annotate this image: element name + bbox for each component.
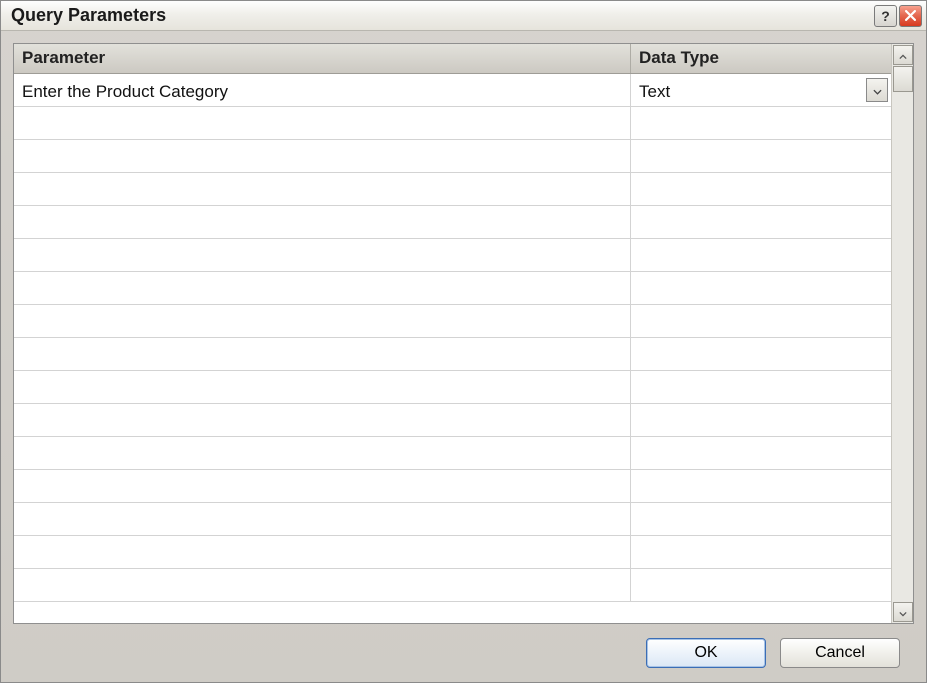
data-type-cell[interactable]	[631, 569, 891, 601]
parameter-cell[interactable]	[14, 470, 631, 502]
data-type-cell[interactable]	[631, 305, 891, 337]
dialog-content: Parameter Data Type Enter the Product Ca…	[1, 31, 926, 682]
parameter-cell[interactable]	[14, 107, 631, 139]
ok-button[interactable]: OK	[646, 638, 766, 668]
window-title: Query Parameters	[11, 5, 872, 26]
table-row	[14, 569, 891, 602]
parameter-cell[interactable]	[14, 305, 631, 337]
table-row	[14, 536, 891, 569]
table-row	[14, 338, 891, 371]
table-row	[14, 503, 891, 536]
help-icon: ?	[881, 9, 890, 23]
dialog-footer: OK Cancel	[13, 624, 914, 682]
data-type-cell[interactable]	[631, 107, 891, 139]
table-row	[14, 305, 891, 338]
parameter-cell[interactable]	[14, 503, 631, 535]
table-row	[14, 371, 891, 404]
title-bar: Query Parameters ?	[1, 1, 926, 31]
table-row	[14, 173, 891, 206]
chevron-up-icon	[899, 45, 907, 65]
data-type-cell[interactable]	[631, 338, 891, 370]
chevron-down-icon	[899, 602, 907, 622]
data-type-cell[interactable]: Text	[631, 74, 891, 106]
parameter-cell[interactable]	[14, 569, 631, 601]
close-button[interactable]	[899, 5, 922, 27]
table-row	[14, 272, 891, 305]
parameter-cell[interactable]	[14, 338, 631, 370]
parameter-cell[interactable]	[14, 437, 631, 469]
data-type-cell[interactable]	[631, 536, 891, 568]
data-type-cell[interactable]	[631, 371, 891, 403]
data-type-cell[interactable]	[631, 239, 891, 271]
data-type-cell[interactable]	[631, 404, 891, 436]
data-type-cell[interactable]	[631, 173, 891, 205]
column-header-parameter[interactable]: Parameter	[14, 44, 631, 73]
grid-header: Parameter Data Type	[14, 44, 891, 74]
scroll-track[interactable]	[893, 66, 913, 601]
table-row	[14, 107, 891, 140]
parameter-cell[interactable]	[14, 206, 631, 238]
scroll-down-button[interactable]	[893, 602, 913, 622]
data-type-cell[interactable]	[631, 140, 891, 172]
table-row	[14, 140, 891, 173]
help-button[interactable]: ?	[874, 5, 897, 27]
data-type-cell[interactable]	[631, 437, 891, 469]
parameter-cell[interactable]	[14, 239, 631, 271]
chevron-down-icon	[873, 80, 882, 100]
query-parameters-dialog: Query Parameters ? Parameter Data Type E…	[0, 0, 927, 683]
parameter-cell[interactable]	[14, 173, 631, 205]
table-row: Enter the Product Category Text	[14, 74, 891, 107]
vertical-scrollbar[interactable]	[891, 44, 913, 623]
data-type-cell[interactable]	[631, 206, 891, 238]
parameter-cell[interactable]: Enter the Product Category	[14, 74, 631, 106]
cancel-button[interactable]: Cancel	[780, 638, 900, 668]
parameter-grid: Parameter Data Type Enter the Product Ca…	[14, 44, 891, 623]
column-header-data-type[interactable]: Data Type	[631, 44, 891, 73]
parameter-cell[interactable]	[14, 404, 631, 436]
grid-body: Enter the Product Category Text	[14, 74, 891, 623]
parameter-cell-text: Enter the Product Category	[22, 82, 228, 102]
table-row	[14, 239, 891, 272]
parameter-cell[interactable]	[14, 140, 631, 172]
scroll-up-button[interactable]	[893, 45, 913, 65]
parameter-grid-wrap: Parameter Data Type Enter the Product Ca…	[13, 43, 914, 624]
parameter-cell[interactable]	[14, 272, 631, 304]
close-icon	[905, 9, 916, 23]
data-type-cell[interactable]	[631, 503, 891, 535]
data-type-cell-text: Text	[639, 82, 670, 102]
parameter-cell[interactable]	[14, 536, 631, 568]
scroll-thumb[interactable]	[893, 66, 913, 92]
table-row	[14, 404, 891, 437]
table-row	[14, 206, 891, 239]
table-row	[14, 437, 891, 470]
data-type-cell[interactable]	[631, 272, 891, 304]
parameter-cell[interactable]	[14, 371, 631, 403]
table-row	[14, 470, 891, 503]
data-type-cell[interactable]	[631, 470, 891, 502]
data-type-dropdown-button[interactable]	[866, 78, 888, 102]
